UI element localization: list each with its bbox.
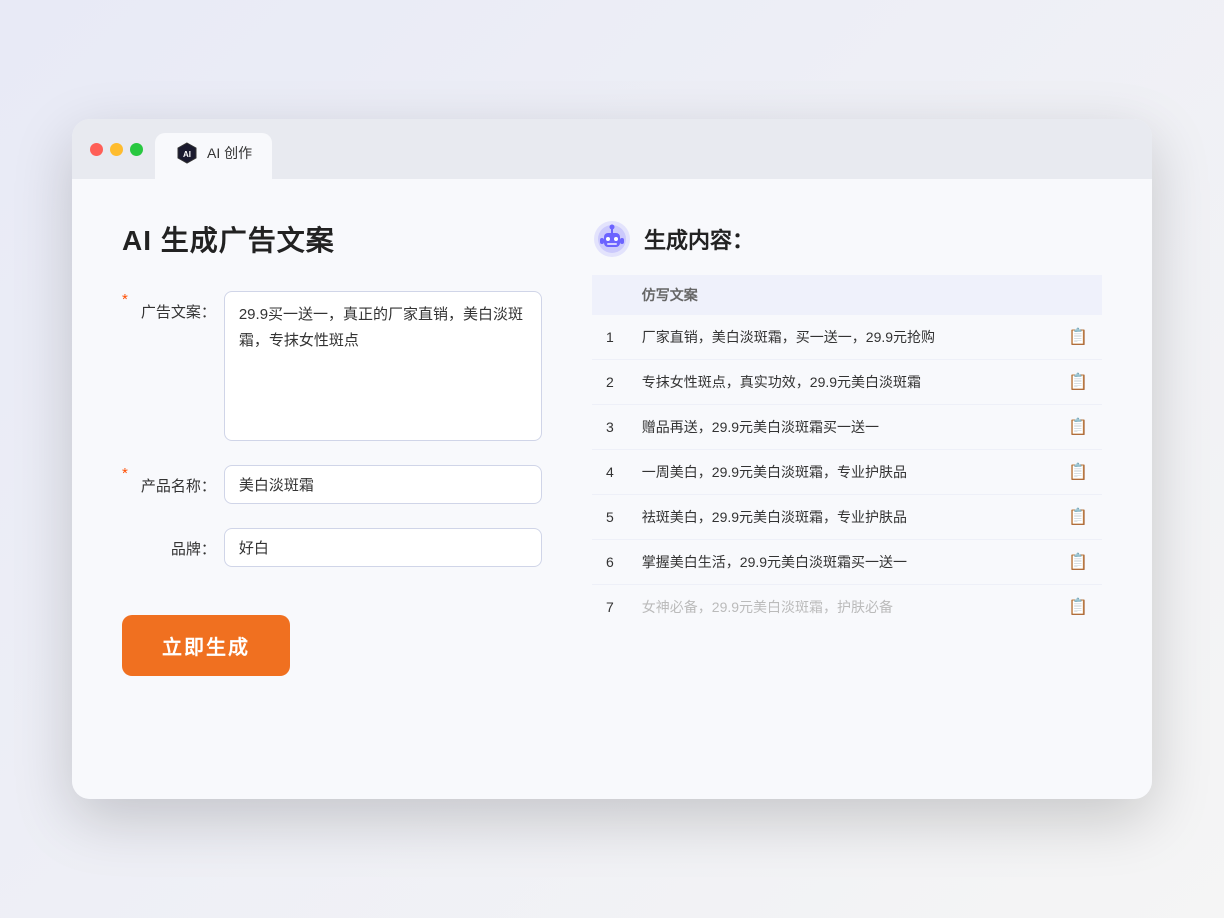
copy-button[interactable]: 📋 (1054, 585, 1102, 630)
table-row: 5祛斑美白，29.9元美白淡斑霜，专业护肤品📋 (592, 495, 1102, 540)
row-text: 赠品再送，29.9元美白淡斑霜买一送一 (628, 405, 1054, 450)
browser-titlebar: AI AI 创作 (72, 119, 1152, 179)
left-panel: AI 生成广告文案 * 广告文案： 29.9买一送一，真正的厂家直销，美白淡斑霜… (122, 219, 542, 759)
form-group-product-name: * 产品名称： (122, 465, 542, 504)
row-number: 1 (592, 315, 628, 360)
maximize-button[interactable] (130, 143, 143, 156)
right-panel: 生成内容： 仿写文案 1厂家直销，美白淡斑霜，买一送一，29.9元抢购📋2专抹女… (592, 219, 1102, 759)
minimize-button[interactable] (110, 143, 123, 156)
row-number: 2 (592, 360, 628, 405)
svg-text:AI: AI (183, 150, 191, 159)
col-copy (1054, 275, 1102, 315)
table-row: 7女神必备，29.9元美白淡斑霜，护肤必备📋 (592, 585, 1102, 630)
traffic-lights (90, 143, 143, 170)
row-text: 厂家直销，美白淡斑霜，买一送一，29.9元抢购 (628, 315, 1054, 360)
tab-label: AI 创作 (207, 143, 252, 163)
bot-icon (592, 219, 632, 259)
browser-content: AI 生成广告文案 * 广告文案： 29.9买一送一，真正的厂家直销，美白淡斑霜… (72, 179, 1152, 799)
results-table: 仿写文案 1厂家直销，美白淡斑霜，买一送一，29.9元抢购📋2专抹女性斑点，真实… (592, 275, 1102, 629)
col-text: 仿写文案 (628, 275, 1054, 315)
label-product-name: 产品名称： (136, 465, 216, 496)
form-group-ad-copy: * 广告文案： 29.9买一送一，真正的厂家直销，美白淡斑霜，专抹女性斑点 (122, 291, 542, 441)
copy-button[interactable]: 📋 (1054, 450, 1102, 495)
row-number: 6 (592, 540, 628, 585)
brand-input[interactable] (224, 528, 542, 567)
copy-button[interactable]: 📋 (1054, 360, 1102, 405)
close-button[interactable] (90, 143, 103, 156)
copy-button[interactable]: 📋 (1054, 405, 1102, 450)
browser-window: AI AI 创作 AI 生成广告文案 * 广告文案： 29.9买一送一，真正的厂… (72, 119, 1152, 799)
copy-button[interactable]: 📋 (1054, 540, 1102, 585)
page-title: AI 生成广告文案 (122, 219, 542, 259)
row-text: 专抹女性斑点，真实功效，29.9元美白淡斑霜 (628, 360, 1054, 405)
row-text: 祛斑美白，29.9元美白淡斑霜，专业护肤品 (628, 495, 1054, 540)
row-number: 5 (592, 495, 628, 540)
row-number: 4 (592, 450, 628, 495)
required-star-product: * (122, 465, 128, 482)
table-row: 3赠品再送，29.9元美白淡斑霜买一送一📋 (592, 405, 1102, 450)
table-row: 2专抹女性斑点，真实功效，29.9元美白淡斑霜📋 (592, 360, 1102, 405)
label-brand: 品牌： (136, 528, 216, 559)
ai-tab[interactable]: AI AI 创作 (155, 133, 272, 179)
row-number: 3 (592, 405, 628, 450)
row-text: 女神必备，29.9元美白淡斑霜，护肤必备 (628, 585, 1054, 630)
product-name-input[interactable] (224, 465, 542, 504)
results-header: 生成内容： (592, 219, 1102, 259)
required-star-ad: * (122, 291, 128, 308)
ad-copy-textarea[interactable]: 29.9买一送一，真正的厂家直销，美白淡斑霜，专抹女性斑点 (224, 291, 542, 441)
table-row: 6掌握美白生活，29.9元美白淡斑霜买一送一📋 (592, 540, 1102, 585)
col-num (592, 275, 628, 315)
label-ad-copy: 广告文案： (136, 291, 216, 322)
copy-button[interactable]: 📋 (1054, 495, 1102, 540)
row-number: 7 (592, 585, 628, 630)
row-text: 一周美白，29.9元美白淡斑霜，专业护肤品 (628, 450, 1054, 495)
row-text: 掌握美白生活，29.9元美白淡斑霜买一送一 (628, 540, 1054, 585)
results-title: 生成内容： (644, 223, 754, 255)
generate-button[interactable]: 立即生成 (122, 615, 290, 676)
form-group-brand: * 品牌： (122, 528, 542, 567)
table-row: 1厂家直销，美白淡斑霜，买一送一，29.9元抢购📋 (592, 315, 1102, 360)
ai-tab-icon: AI (175, 141, 199, 165)
copy-button[interactable]: 📋 (1054, 315, 1102, 360)
table-row: 4一周美白，29.9元美白淡斑霜，专业护肤品📋 (592, 450, 1102, 495)
